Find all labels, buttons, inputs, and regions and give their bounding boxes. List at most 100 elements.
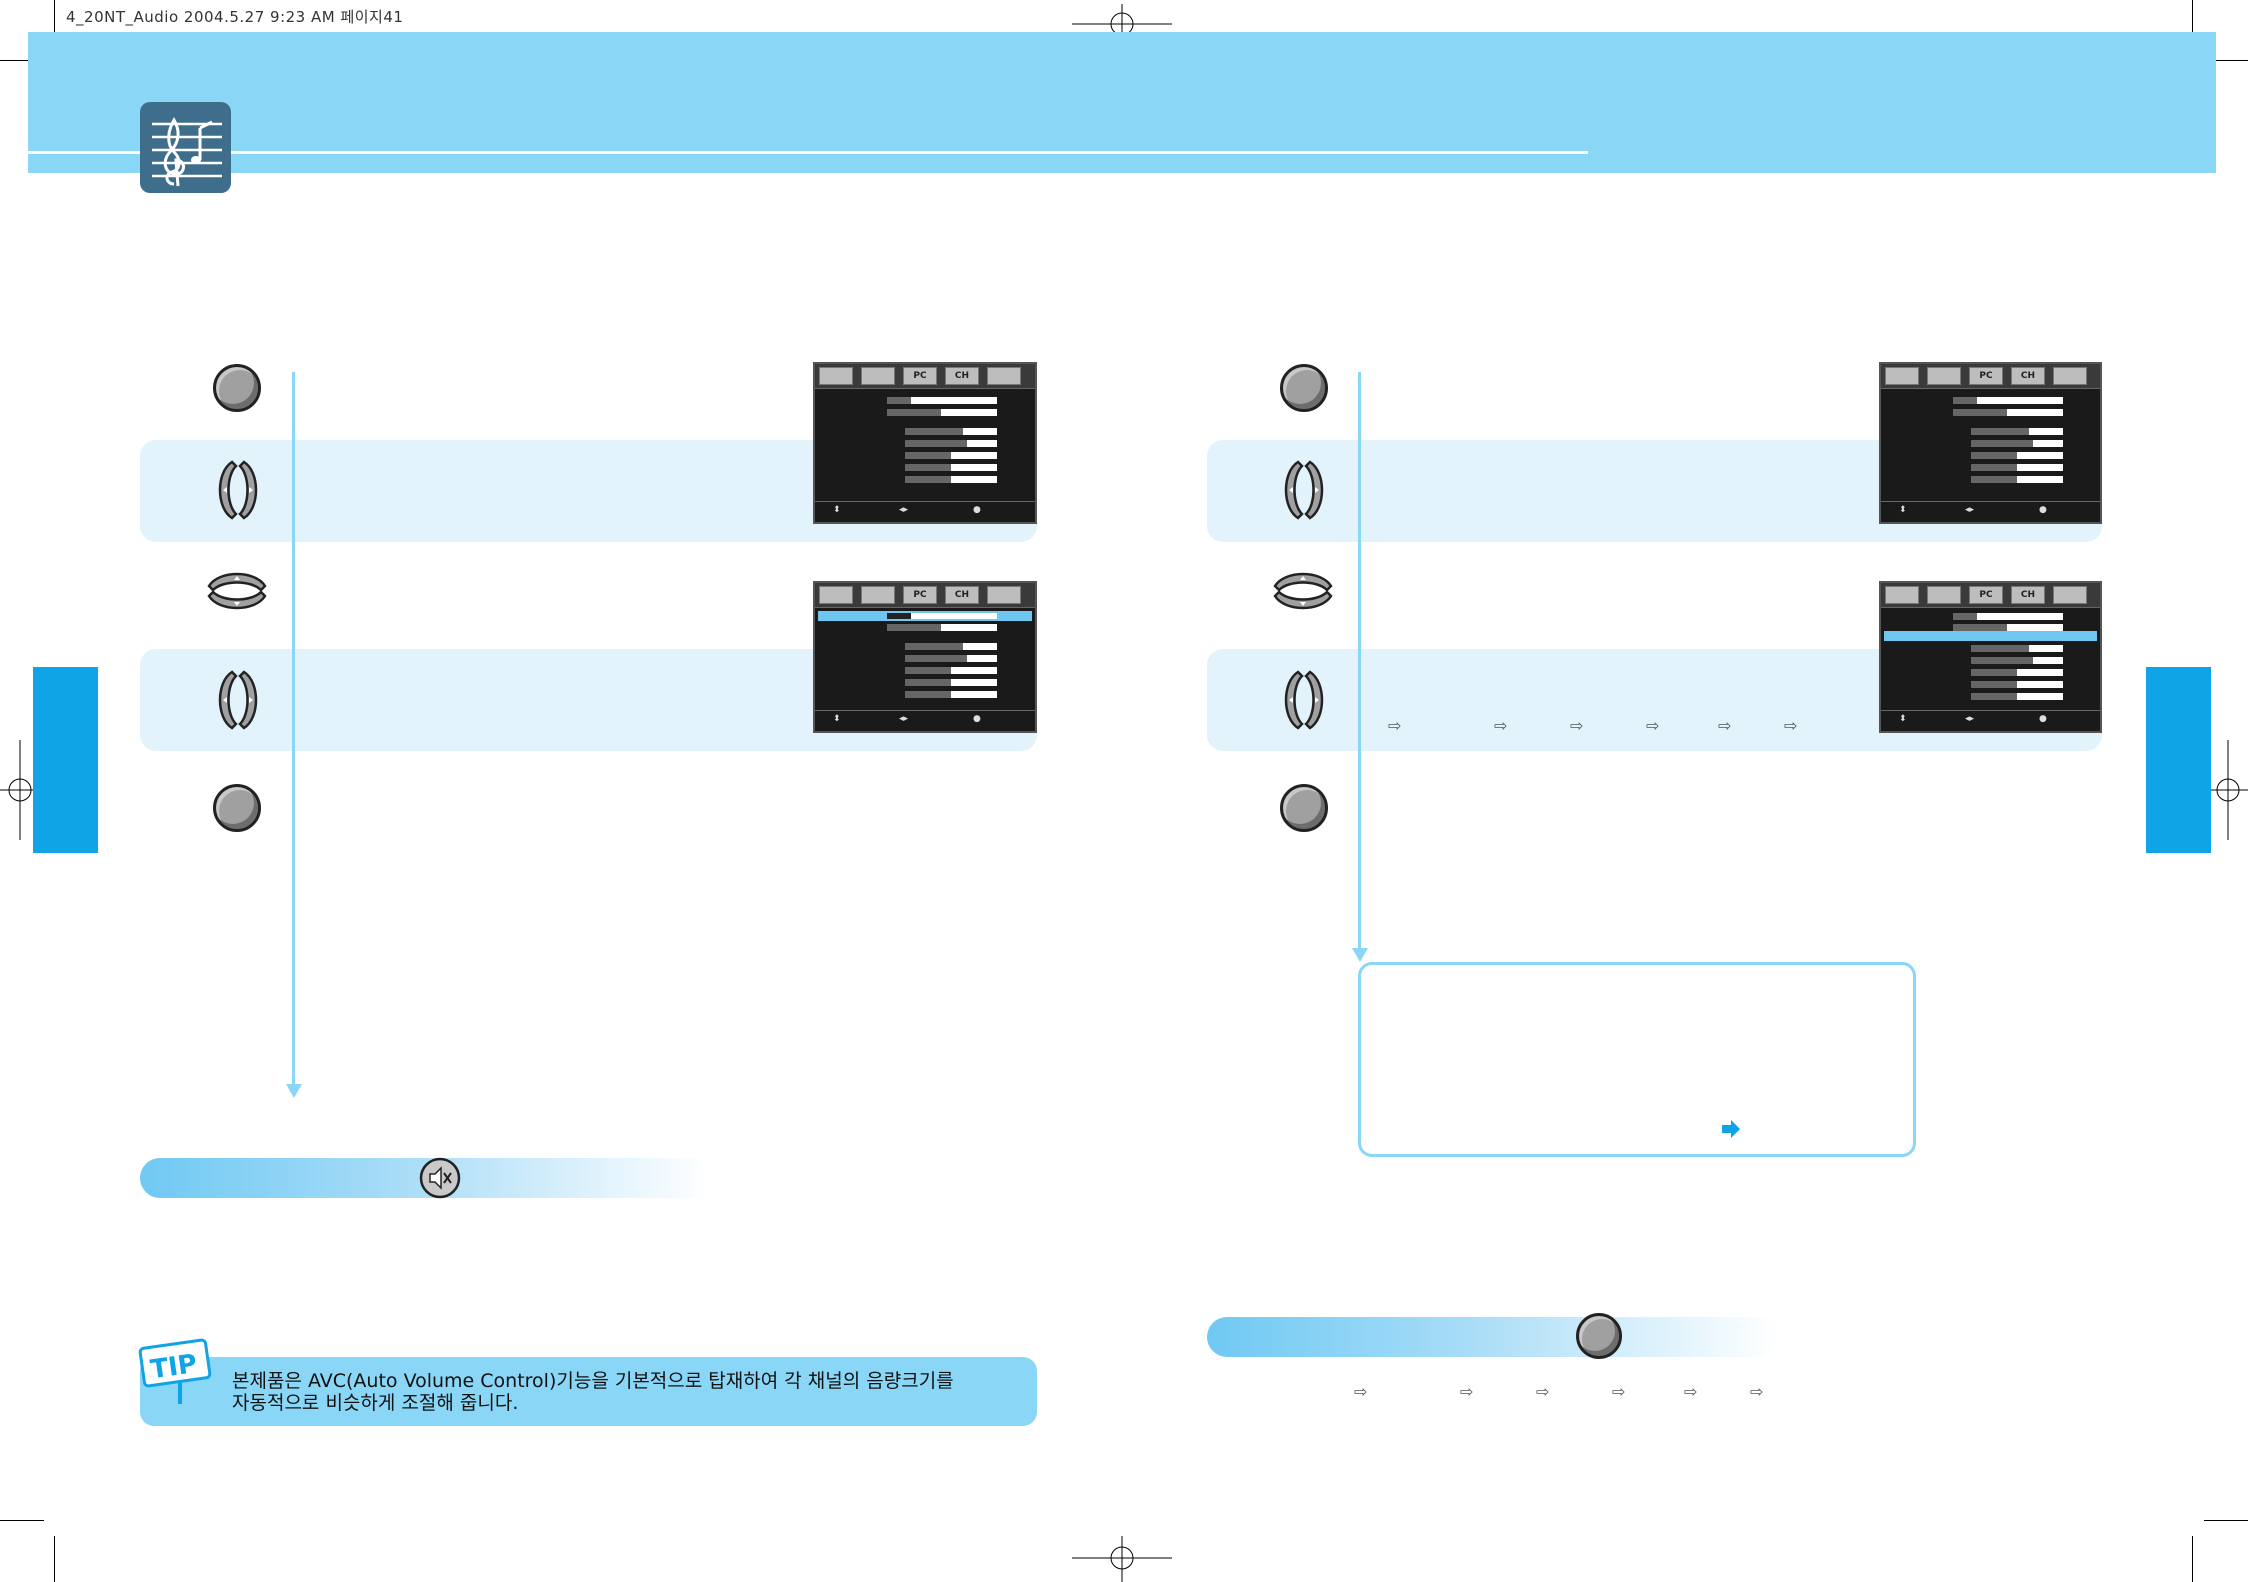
arrow-right-icon: ⇨ <box>1646 716 1660 735</box>
osd-bar <box>905 679 951 686</box>
osd-tab <box>819 586 853 604</box>
osd-screen: PC CH ⬍ ◂▸ ● <box>813 581 1037 733</box>
flow-arrow <box>286 1084 302 1098</box>
osd-dot-icon: ● <box>973 505 981 515</box>
arrow-right-icon: ⇨ <box>1784 716 1798 735</box>
flow-line <box>1358 372 1361 952</box>
osd-bar <box>1971 464 2017 471</box>
arrow-right-icon: ⇨ <box>1460 1382 1474 1401</box>
osd-bar <box>887 409 941 416</box>
osd-screen: PC CH ⬍ ◂▸ ● <box>813 362 1037 524</box>
osd-bar <box>905 643 963 650</box>
crop-mark <box>2204 1520 2248 1521</box>
osd-bar <box>1971 693 2017 700</box>
osd-footer: ⬍ ◂▸ ● <box>815 710 1035 731</box>
osd-bar <box>905 464 951 471</box>
arrow-right-icon: ⇨ <box>1612 1382 1626 1401</box>
osd-tab <box>1927 367 1961 385</box>
osd-screen: PC CH ⬍ ◂▸ ● <box>1879 362 2102 524</box>
tip-text: 본제품은 AVC(Auto Volume Control)기능을 기본적으로 탑… <box>232 1370 1032 1414</box>
osd-tab: CH <box>945 586 979 604</box>
osd-bar <box>1971 657 2033 664</box>
mute-speaker-icon <box>418 1156 462 1200</box>
side-tab-left <box>33 667 98 853</box>
tip-badge-label: TIP <box>149 1349 199 1385</box>
osd-bar <box>1971 476 2017 483</box>
up-down-button <box>1273 572 1333 610</box>
osd-tab: CH <box>945 367 979 385</box>
osd-tab <box>2053 367 2087 385</box>
osd-bar <box>1953 624 2007 631</box>
arrow-right-icon: ⇨ <box>1570 716 1584 735</box>
sequence-arrows: ⇨ ⇨ ⇨ ⇨ ⇨ ⇨ <box>1350 1382 1800 1406</box>
flow-line <box>292 372 295 1087</box>
osd-bar <box>1953 613 1977 620</box>
up-down-button <box>207 572 267 610</box>
heading-bar <box>1207 1317 1777 1357</box>
osd-bar <box>1971 452 2017 459</box>
note-box <box>1358 962 1916 1157</box>
print-slug: 4_20NT_Audio 2004.5.27 9:23 AM 페이지41 <box>66 8 404 26</box>
left-right-button <box>218 670 258 730</box>
blue-arrow-icon <box>1722 1120 1740 1138</box>
left-right-button <box>1284 670 1324 730</box>
osd-tab: PC <box>1969 367 2003 385</box>
osd-tab <box>1885 586 1919 604</box>
osd-updown-icon: ⬍ <box>833 714 841 724</box>
side-tab-right <box>2146 667 2211 853</box>
arrow-right-icon: ⇨ <box>1494 716 1508 735</box>
crop-mark <box>0 1520 44 1521</box>
tip-text-line: 자동적으로 비슷하게 조절해 줍니다. <box>232 1392 519 1414</box>
left-right-button <box>218 460 258 520</box>
osd-tab: PC <box>903 586 937 604</box>
arrow-right-icon: ⇨ <box>1718 716 1732 735</box>
crop-mark <box>54 1536 55 1582</box>
osd-tab <box>1885 367 1919 385</box>
osd-footer: ⬍ ◂▸ ● <box>815 501 1035 522</box>
arrow-right-icon: ⇨ <box>1354 1382 1368 1401</box>
crop-mark <box>2192 1536 2193 1582</box>
osd-dot-icon: ● <box>2039 714 2047 724</box>
osd-tabbar: PC CH <box>1881 583 2100 608</box>
osd-bar <box>887 624 941 631</box>
osd-tab: CH <box>2011 367 2045 385</box>
osd-updown-icon: ⬍ <box>1899 505 1907 515</box>
osd-bar <box>1971 428 2029 435</box>
osd-bar <box>905 476 951 483</box>
tip-badge: TIP <box>138 1338 212 1404</box>
flow-arrow <box>1352 948 1368 962</box>
osd-dot-icon: ● <box>973 714 981 724</box>
arrow-right-icon: ⇨ <box>1750 1382 1764 1401</box>
music-note-icon <box>140 102 231 193</box>
osd-tab <box>2053 586 2087 604</box>
osd-bar <box>905 452 951 459</box>
header-divider <box>28 151 1588 154</box>
osd-bar <box>905 691 951 698</box>
osd-footer: ⬍ ◂▸ ● <box>1881 710 2100 731</box>
osd-footer: ⬍ ◂▸ ● <box>1881 501 2100 522</box>
menu-button <box>213 364 261 412</box>
osd-leftright-icon: ◂▸ <box>1965 505 1975 515</box>
osd-bar <box>1971 669 2017 676</box>
left-right-button <box>1284 460 1324 520</box>
registration-mark-bottom <box>1072 1536 1172 1582</box>
osd-tab <box>987 586 1021 604</box>
osd-bar <box>905 428 963 435</box>
osd-leftright-icon: ◂▸ <box>1965 714 1975 724</box>
menu-button <box>1280 784 1328 832</box>
osd-bar <box>887 613 911 619</box>
osd-updown-icon: ⬍ <box>833 505 841 515</box>
osd-bar <box>1971 645 2029 652</box>
osd-tab <box>1927 586 1961 604</box>
osd-screen: PC CH ⬍ ◂▸ ● <box>1879 581 2102 733</box>
osd-tab <box>987 367 1021 385</box>
osd-tabbar: PC CH <box>1881 364 2100 389</box>
osd-leftright-icon: ◂▸ <box>899 714 909 724</box>
osd-bar <box>1953 397 1977 404</box>
osd-highlight-row <box>1884 631 2097 641</box>
osd-bar <box>905 667 951 674</box>
menu-button <box>213 784 261 832</box>
osd-tabbar: PC CH <box>815 583 1035 608</box>
menu-button <box>1280 364 1328 412</box>
osd-bar <box>1953 409 2007 416</box>
